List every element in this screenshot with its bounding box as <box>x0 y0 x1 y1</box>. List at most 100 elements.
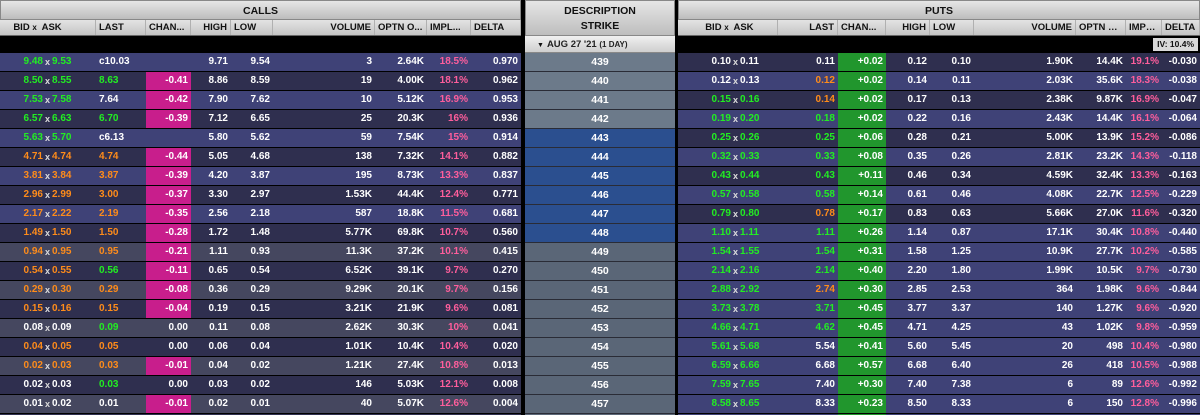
puts-iv[interactable]: 13.3% <box>1126 167 1162 185</box>
calls-chg[interactable] <box>146 129 191 147</box>
puts-last[interactable]: 1.11 <box>778 224 838 242</box>
calls-chg[interactable]: -0.11 <box>146 262 191 280</box>
puts-high[interactable]: 0.17 <box>886 91 930 109</box>
calls-high[interactable]: 0.19 <box>191 300 231 318</box>
puts-chg[interactable]: +0.45 <box>838 319 886 337</box>
calls-low[interactable]: 0.04 <box>231 338 273 356</box>
puts-last[interactable]: 8.33 <box>778 395 838 413</box>
calls-low[interactable]: 0.54 <box>231 262 273 280</box>
puts-bid[interactable]: 1.10 <box>712 224 731 242</box>
calls-row[interactable]: 0.08 x 0.09 0.09 0.00 0.11 0.08 2.62K 30.3K 10% 0.… <box>0 319 521 338</box>
puts-delta[interactable]: -0.844 <box>1162 281 1200 299</box>
calls-vol[interactable]: 3.21K <box>273 300 375 318</box>
calls-vol[interactable]: 6.52K <box>273 262 375 280</box>
puts-last[interactable]: 1.54 <box>778 243 838 261</box>
calls-vol[interactable]: 25 <box>273 110 375 128</box>
calls-high[interactable]: 0.36 <box>191 281 231 299</box>
calls-ask[interactable]: 0.02 <box>52 395 96 413</box>
calls-row[interactable]: 7.53 x 7.58 7.64 -0.42 7.90 7.62 10 5.12K 16.9% 0.… <box>0 91 521 110</box>
strike-cell[interactable]: 442 <box>525 110 675 129</box>
puts-last[interactable]: 0.58 <box>778 186 838 204</box>
puts-bid[interactable]: 5.61 <box>712 338 731 356</box>
calls-low[interactable]: 7.62 <box>231 91 273 109</box>
puts-iv[interactable]: 11.6% <box>1126 205 1162 223</box>
calls-delta[interactable]: 0.415 <box>471 243 521 261</box>
calls-bid[interactable]: 0.02 <box>24 357 43 375</box>
calls-last[interactable]: 0.95 <box>96 243 146 261</box>
calls-last[interactable]: 0.29 <box>96 281 146 299</box>
calls-oi[interactable]: 5.12K <box>375 91 427 109</box>
puts-bid[interactable]: 4.66 <box>712 319 731 337</box>
puts-iv[interactable]: 9.6% <box>1126 281 1162 299</box>
calls-delta[interactable]: 0.882 <box>471 148 521 166</box>
puts-last-header[interactable]: LAST <box>778 20 838 35</box>
puts-delta[interactable]: -0.996 <box>1162 395 1200 413</box>
calls-vol[interactable]: 19 <box>273 72 375 90</box>
calls-bid-ask-cell[interactable]: 0.94 x 0.95 <box>0 243 96 261</box>
puts-oi[interactable]: 418 <box>1076 357 1126 375</box>
puts-iv[interactable]: 10.4% <box>1126 338 1162 356</box>
puts-oi[interactable]: 35.6K <box>1076 72 1126 90</box>
calls-delta[interactable]: 0.962 <box>471 72 521 90</box>
puts-volume-header[interactable]: VOLUME <box>974 20 1076 35</box>
puts-delta-header[interactable]: DELTA <box>1162 20 1200 35</box>
strike-cell[interactable]: 451 <box>525 281 675 300</box>
puts-ask[interactable]: 0.44 <box>740 167 778 185</box>
puts-bid-ask-cell[interactable]: 1.54 x 1.55 <box>678 243 778 261</box>
calls-ask[interactable]: 6.63 <box>52 110 96 128</box>
puts-high[interactable]: 2.85 <box>886 281 930 299</box>
calls-bid[interactable]: 5.63 <box>24 129 43 147</box>
puts-change-header[interactable]: CHAN... <box>838 20 886 35</box>
calls-high[interactable]: 0.02 <box>191 395 231 413</box>
puts-oi[interactable]: 22.7K <box>1076 186 1126 204</box>
puts-vol[interactable]: 2.43K <box>974 110 1076 128</box>
calls-iv[interactable]: 18.1% <box>427 72 471 90</box>
strike-cell[interactable]: 439 <box>525 53 675 72</box>
calls-low[interactable]: 9.54 <box>231 53 273 71</box>
puts-delta[interactable]: -0.163 <box>1162 167 1200 185</box>
calls-low[interactable]: 0.01 <box>231 395 273 413</box>
calls-open-interest-header[interactable]: OPTN O... <box>375 20 427 35</box>
calls-chg[interactable]: -0.28 <box>146 224 191 242</box>
calls-delta[interactable]: 0.953 <box>471 91 521 109</box>
puts-bid-ask-cell[interactable]: 0.12 x 0.13 <box>678 72 778 90</box>
puts-low[interactable]: 0.16 <box>930 110 974 128</box>
puts-delta[interactable]: -0.992 <box>1162 376 1200 394</box>
calls-ask[interactable]: 0.16 <box>52 300 96 318</box>
calls-oi[interactable]: 8.73K <box>375 167 427 185</box>
calls-last[interactable]: 0.03 <box>96 376 146 394</box>
calls-high[interactable]: 0.11 <box>191 319 231 337</box>
calls-low[interactable]: 3.87 <box>231 167 273 185</box>
puts-row[interactable]: 1.10 x 1.11 1.11 +0.26 1.14 0.87 17.1K 30.4K 10.8… <box>678 224 1200 243</box>
puts-last[interactable]: 2.14 <box>778 262 838 280</box>
puts-chg[interactable]: +0.45 <box>838 300 886 318</box>
calls-vol[interactable]: 5.77K <box>273 224 375 242</box>
puts-bid-ask-cell[interactable]: 0.79 x 0.80 <box>678 205 778 223</box>
calls-last[interactable]: 7.64 <box>96 91 146 109</box>
puts-high[interactable]: 4.71 <box>886 319 930 337</box>
puts-oi[interactable]: 150 <box>1076 395 1126 413</box>
calls-delta[interactable]: 0.156 <box>471 281 521 299</box>
puts-bid-ask-cell[interactable]: 0.57 x 0.58 <box>678 186 778 204</box>
puts-high[interactable]: 0.35 <box>886 148 930 166</box>
calls-oi[interactable]: 37.2K <box>375 243 427 261</box>
puts-high[interactable]: 0.22 <box>886 110 930 128</box>
calls-bid-ask-cell[interactable]: 0.08 x 0.09 <box>0 319 96 337</box>
puts-bid[interactable]: 0.43 <box>712 167 731 185</box>
puts-bid[interactable]: 2.14 <box>712 262 731 280</box>
calls-bid[interactable]: 0.54 <box>24 262 43 280</box>
puts-chg[interactable]: +0.40 <box>838 262 886 280</box>
puts-oi[interactable]: 14.4K <box>1076 110 1126 128</box>
puts-chg[interactable]: +0.08 <box>838 148 886 166</box>
puts-bid[interactable]: 0.25 <box>712 129 731 147</box>
calls-ask[interactable]: 7.58 <box>52 91 96 109</box>
strike-cell[interactable]: 456 <box>525 376 675 395</box>
calls-oi[interactable]: 5.03K <box>375 376 427 394</box>
puts-row[interactable]: 0.19 x 0.20 0.18 +0.02 0.22 0.16 2.43K 14.4K 16.1… <box>678 110 1200 129</box>
calls-delta[interactable]: 0.936 <box>471 110 521 128</box>
puts-last[interactable]: 0.11 <box>778 53 838 71</box>
puts-ask[interactable]: 6.66 <box>740 357 778 375</box>
calls-high[interactable]: 2.56 <box>191 205 231 223</box>
calls-bid[interactable]: 6.57 <box>24 110 43 128</box>
puts-vol[interactable]: 2.81K <box>974 148 1076 166</box>
